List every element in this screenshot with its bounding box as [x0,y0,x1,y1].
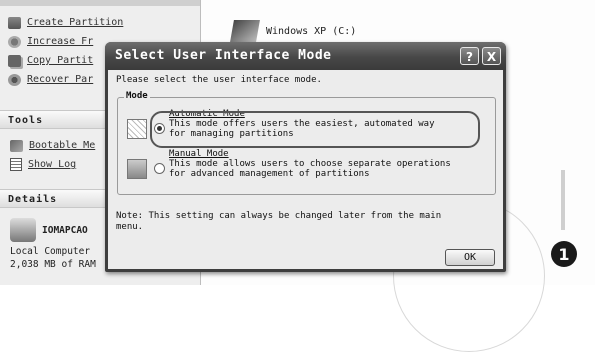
increase-space-icon [8,35,21,48]
computer-name: IOMAPCAO [42,224,88,236]
dialog-note: Note: This setting can always be changed… [116,211,442,232]
create-partition-item[interactable]: Create Partition [8,13,123,32]
automatic-mode-text: Automatic Mode This mode offers users th… [169,109,435,139]
recover-partition-label: Recover Par [27,74,94,85]
manual-mode-icon [127,159,147,179]
drive-name: Windows XP (C:) [266,25,357,37]
disk-partition-entry[interactable]: Windows XP (C:) [230,20,357,42]
manual-mode-desc-line: This mode allows users to choose separat… [169,159,451,169]
increase-space-label: Increase Fr [27,36,94,47]
tools-list: Bootable Me Show Log [10,136,95,174]
bootable-media-icon [10,139,23,152]
copy-partition-label: Copy Partit [27,55,94,66]
details-body: IOMAPCAO Local Computer 2,038 MB of RAM [10,218,96,271]
select-mode-dialog: Select User Interface Mode ? X Please se… [105,42,506,272]
create-partition-label: Create Partition [27,17,124,28]
ok-button[interactable]: OK [445,249,495,266]
background-decoration-bar [561,170,565,230]
show-log-icon [10,158,22,171]
computer-type: Local Computer [10,246,91,257]
hard-drive-icon [230,20,260,42]
automatic-mode-radio[interactable] [154,123,165,134]
automatic-mode-option[interactable]: Automatic Mode This mode offers users th… [118,109,495,149]
dialog-instruction: Please select the user interface mode. [116,75,322,85]
automatic-mode-desc-line: This mode offers users the easiest, auto… [169,119,435,129]
show-log-label: Show Log [28,159,77,170]
manual-mode-desc-line: for advanced management of partitions [169,169,370,179]
automatic-mode-icon [127,119,147,139]
manual-mode-option[interactable]: Manual Mode This mode allows users to ch… [118,149,495,189]
mode-group-label: Mode [124,91,150,101]
sidebar-top-strip [0,0,200,6]
dialog-body: Please select the user interface mode. M… [108,70,503,269]
show-log-item[interactable]: Show Log [10,155,95,174]
bootable-media-label: Bootable Me [29,140,96,151]
manual-mode-text: Manual Mode This mode allows users to ch… [169,149,451,179]
computer-row: IOMAPCAO [10,218,96,242]
computer-memory: 2,038 MB of RAM [10,259,96,270]
computer-icon [10,218,36,242]
copy-partition-icon [8,54,21,67]
bootable-media-item[interactable]: Bootable Me [10,136,95,155]
automatic-mode-desc-line: for managing partitions [169,129,294,139]
manual-mode-radio[interactable] [154,163,165,174]
mode-group: Mode Automatic Mode This mode offers use… [117,91,496,195]
manual-mode-title: Manual Mode [169,149,229,159]
recover-partition-icon [8,73,21,86]
close-button[interactable]: X [482,47,501,65]
dialog-title-bar[interactable]: Select User Interface Mode ? X [105,42,506,70]
callout-badge: 1 [551,241,577,267]
dialog-title: Select User Interface Mode [115,48,332,63]
automatic-mode-title: Automatic Mode [169,109,245,119]
help-button[interactable]: ? [460,47,479,65]
create-partition-icon [8,16,21,29]
